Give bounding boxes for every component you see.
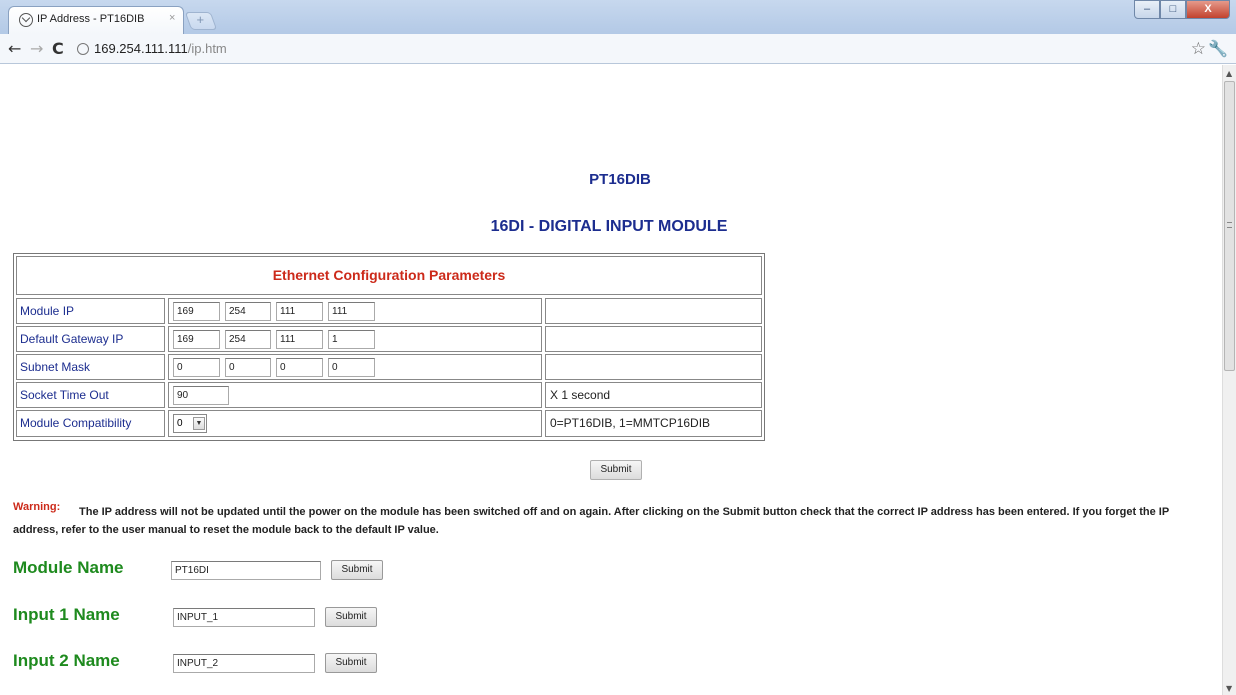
gateway-ip-octet-1[interactable]: 169 [173,330,220,349]
note-cell: 0=PT16DIB, 1=MMTCP16DIB [545,410,762,437]
label-cell: Module Compatibility [16,410,165,437]
config-header-cell: Ethernet Configuration Parameters [16,256,762,295]
socket-timeout-label: Socket Time Out [20,388,109,402]
label-cell: Socket Time Out [16,382,165,408]
module-heading: 16DI - DIGITAL INPUT MODULE [490,218,728,235]
label-cell: Subnet Mask [16,354,165,380]
page-icon [77,43,89,55]
module-name-label: Module Name [13,558,124,577]
browser-tab[interactable]: IP Address - PT16DIB × [8,6,184,34]
reload-icon[interactable]: C [52,39,64,58]
subnet-mask-octet-2[interactable]: 0 [225,358,271,377]
scroll-up-icon[interactable]: ▲ [1226,69,1232,78]
tab-title: IP Address - PT16DIB [37,13,145,25]
label-cell: Default Gateway IP [16,326,165,352]
window-controls: – □ X [1134,0,1230,20]
value-cell: 169 254 111 111 [168,298,542,324]
gateway-ip-octet-2[interactable]: 254 [225,330,271,349]
page-content: PT16DIB 16DI - DIGITAL INPUT MODULE Ethe… [0,65,1222,695]
subnet-mask-octet-3[interactable]: 0 [276,358,323,377]
label-cell: Module IP [16,298,165,324]
back-arrow-icon[interactable]: ← [8,39,21,58]
new-tab-button[interactable]: + [184,12,218,30]
page-icon [19,13,33,27]
module-ip-octet-3[interactable]: 111 [276,302,323,321]
input1-name-label: Input 1 Name [13,605,120,624]
note-cell [545,298,762,324]
input2-name-input[interactable]: INPUT_2 [173,654,315,673]
input2-name-submit-button[interactable]: Submit [325,653,377,673]
compatibility-select[interactable]: 0 ▼ [173,414,207,433]
chevron-down-icon[interactable]: ▼ [193,417,205,430]
scroll-down-icon[interactable]: ▼ [1226,684,1232,693]
url-path: /ip.htm [187,41,227,56]
maximize-button[interactable]: □ [1160,0,1186,19]
table-row: Socket Time Out 90 X 1 second [16,382,762,408]
socket-timeout-input[interactable]: 90 [173,386,229,405]
warning-text: The IP address will not be updated until… [13,506,1169,536]
subnet-mask-octet-1[interactable]: 0 [173,358,220,377]
gateway-ip-octet-4[interactable]: 1 [328,330,375,349]
input1-name-submit-button[interactable]: Submit [325,607,377,627]
minimize-button[interactable]: – [1134,0,1160,19]
close-window-button[interactable]: X [1186,0,1230,19]
note-cell: X 1 second [545,382,762,408]
socket-timeout-note: X 1 second [550,388,611,402]
forward-arrow-icon[interactable]: → [30,39,43,58]
grip-icon [1227,222,1232,228]
value-cell: 0 0 0 0 [168,354,542,380]
wrench-icon[interactable]: 🔧 [1208,39,1228,58]
warning-label: Warning: [13,501,61,513]
config-title: Ethernet Configuration Parameters [272,267,506,283]
table-row: Module IP 169 254 111 111 [16,298,762,324]
url-host: 169.254.111.111 [94,41,188,56]
input2-name-label: Input 2 Name [13,651,120,670]
table-row: Default Gateway IP 169 254 111 1 [16,326,762,352]
browser-titlebar: IP Address - PT16DIB × + – □ X [0,0,1236,34]
module-name-submit-button[interactable]: Submit [331,560,383,580]
value-cell: 0 ▼ [168,410,542,437]
module-name-input[interactable]: PT16DI [171,561,321,580]
scrollbar-thumb[interactable] [1224,81,1235,371]
subnet-mask-label: Subnet Mask [20,360,91,374]
address-bar[interactable]: 169.254.111.111/ip.htm [94,41,227,56]
module-ip-octet-4[interactable]: 111 [328,302,375,321]
module-ip-label: Module IP [20,304,75,318]
table-row: Subnet Mask 0 0 0 0 [16,354,762,380]
compatibility-selected-value: 0 [177,418,183,429]
config-submit-button[interactable]: Submit [590,460,642,480]
browser-toolbar: ← → C 169.254.111.111/ip.htm ☆ 🔧 [0,34,1236,64]
subnet-mask-octet-4[interactable]: 0 [328,358,375,377]
note-cell [545,354,762,380]
plus-icon: + [196,12,205,27]
value-cell: 90 [168,382,542,408]
vertical-scrollbar[interactable]: ▲ ▼ [1222,65,1236,695]
config-header-row: Ethernet Configuration Parameters [16,256,762,295]
module-ip-octet-2[interactable]: 254 [225,302,271,321]
value-cell: 169 254 111 1 [168,326,542,352]
gateway-ip-octet-3[interactable]: 111 [276,330,323,349]
tab-close-button[interactable]: × [169,12,175,24]
table-row: Module Compatibility 0 ▼ 0=PT16DIB, 1=MM… [16,410,762,437]
module-ip-octet-1[interactable]: 169 [173,302,220,321]
star-icon[interactable]: ☆ [1191,39,1206,59]
gateway-ip-label: Default Gateway IP [20,332,124,346]
input1-name-input[interactable]: INPUT_1 [173,608,315,627]
compatibility-label: Module Compatibility [20,416,132,430]
model-heading: PT16DIB [589,171,651,188]
ethernet-config-table: Ethernet Configuration Parameters Module… [13,253,765,441]
note-cell [545,326,762,352]
compatibility-note: 0=PT16DIB, 1=MMTCP16DIB [550,416,711,430]
